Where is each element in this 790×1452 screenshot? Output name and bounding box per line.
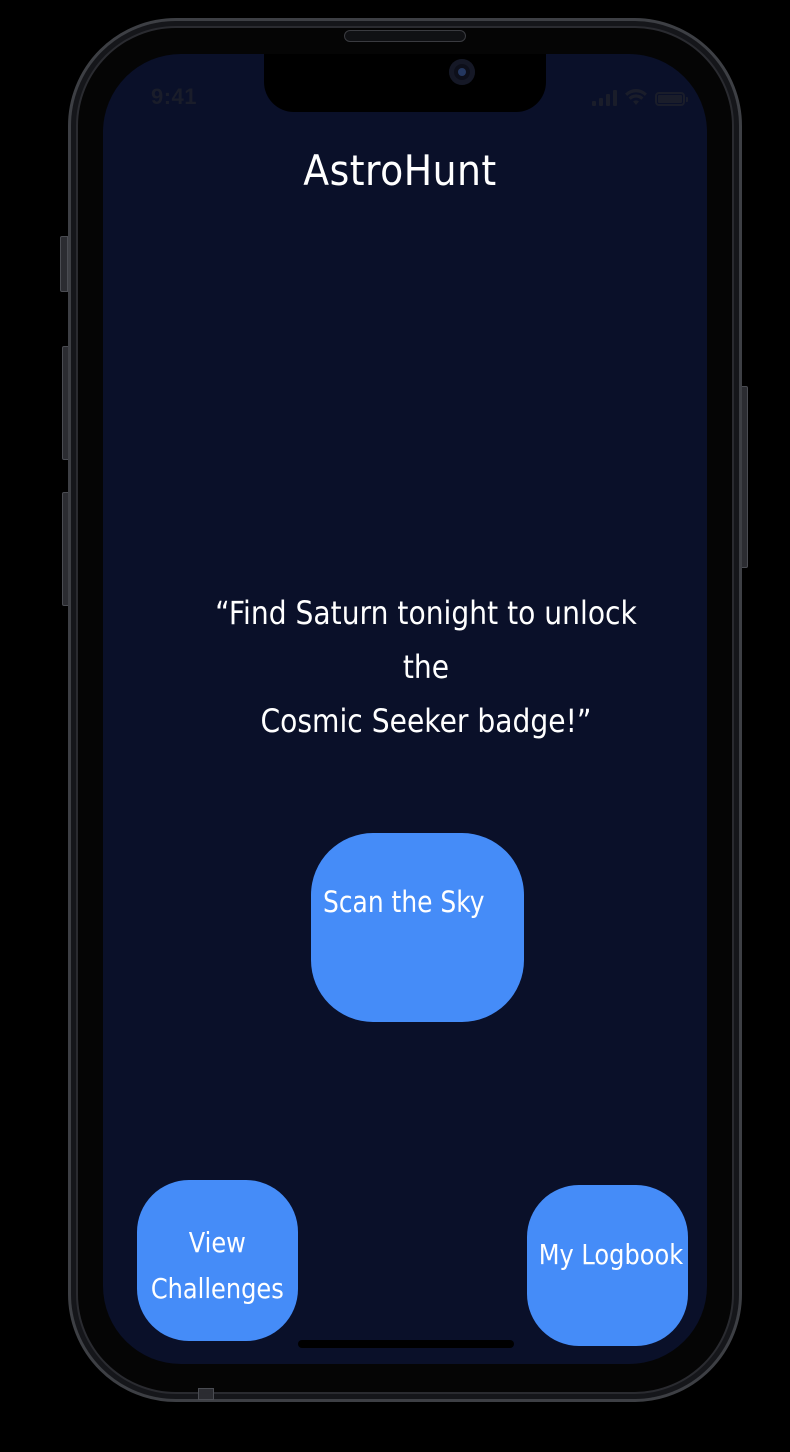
my-logbook-button[interactable]: My Logbook — [527, 1185, 688, 1346]
view-challenges-label: View Challenges — [151, 1220, 284, 1312]
notch — [264, 54, 546, 112]
battery-icon — [655, 92, 688, 106]
view-challenges-label-line-1: View — [188, 1226, 247, 1259]
my-logbook-label: My Logbook — [538, 1238, 684, 1271]
status-icons — [592, 88, 688, 106]
scan-the-sky-label: Scan the Sky — [323, 885, 485, 919]
wifi-icon — [625, 89, 647, 105]
frame-antenna-band — [198, 1388, 214, 1400]
device-canvas: 9:41 AstroHunt “Find Saturn tonight to u… — [0, 0, 790, 1452]
challenge-quote: “Find Saturn tonight to unlock the Cosmi… — [193, 586, 659, 748]
top-speaker — [344, 30, 466, 42]
home-indicator[interactable] — [298, 1340, 514, 1348]
app-title: AstroHunt — [303, 146, 497, 195]
silent-switch — [60, 236, 68, 292]
power-button — [741, 386, 748, 568]
view-challenges-label-line-2: Challenges — [151, 1272, 284, 1305]
status-time: 9:41 — [151, 84, 198, 109]
cellular-signal-icon — [592, 90, 617, 106]
front-camera-icon — [449, 59, 475, 85]
scan-the-sky-button[interactable]: Scan the Sky — [311, 833, 524, 1022]
app-screen: 9:41 AstroHunt “Find Saturn tonight to u… — [103, 54, 707, 1364]
view-challenges-button[interactable]: View Challenges — [137, 1180, 298, 1341]
challenge-quote-line-2: Cosmic Seeker badge!” — [260, 702, 592, 740]
challenge-quote-line-1: “Find Saturn tonight to unlock the — [215, 594, 637, 686]
